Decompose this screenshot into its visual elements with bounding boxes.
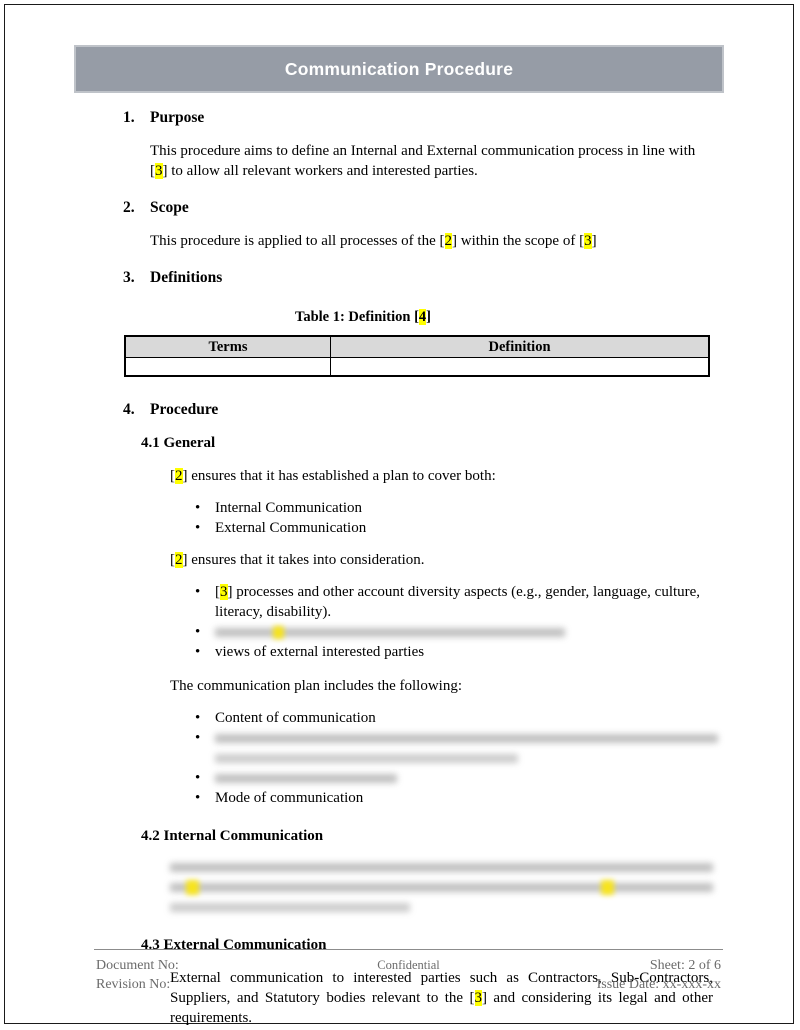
page-title: Communication Procedure	[284, 58, 514, 79]
page-footer: Document No: Confidential Sheet: 2 of 6 …	[94, 949, 723, 994]
table-header-definition: Definition	[330, 335, 710, 358]
purpose-text-a: This procedure aims to define an Interna…	[150, 143, 696, 159]
footer-confidential: Confidential	[377, 958, 440, 972]
footer-issue-date: Issue Date: xx-xxx-xx	[596, 977, 721, 992]
footer-row-bottom: Revision No: Issue Date: xx-xxx-xx	[94, 975, 723, 994]
section-number-2: 2.	[123, 199, 135, 216]
table-caption-close: ]	[426, 309, 432, 325]
table-header-terms: Terms	[124, 335, 331, 358]
section-title-purpose: Purpose	[150, 109, 205, 126]
reference-tag-3b: 3	[584, 233, 592, 249]
list-item: Mode of communication	[5, 788, 795, 808]
list-item: [3] processes and other account diversit…	[5, 582, 795, 622]
bullet-list-communication-types: Internal Communication External Communic…	[5, 498, 795, 538]
list-item: Content of communication	[5, 708, 795, 728]
list-item: views of external interested parties	[5, 642, 795, 662]
subsection-heading-internal: 4.2 Internal Communication	[141, 828, 324, 844]
section-heading-purpose: 1. Purpose	[5, 109, 795, 127]
reference-tag-3: 3	[155, 163, 163, 179]
table-caption-text: Table 1: Definition [	[294, 309, 419, 325]
paragraph-scope: This procedure is applied to all process…	[150, 233, 597, 249]
general-consideration-text: ensures that it takes into consideration…	[191, 552, 425, 568]
bullet-list-plan-contents: Content of communication Mode of communi…	[5, 708, 795, 808]
list-item-redacted	[5, 728, 795, 768]
paragraph-purpose: This procedure aims to define an Interna…	[150, 143, 696, 179]
table-row	[124, 357, 710, 377]
paragraph-general-plan: [2] ensures that it has established a pl…	[170, 468, 496, 484]
list-item: Internal Communication	[5, 498, 795, 518]
table-caption: Table 1: Definition [4]	[5, 309, 795, 326]
section-heading-scope: 2. Scope	[5, 199, 795, 217]
footer-row-top: Document No: Confidential Sheet: 2 of 6	[94, 956, 723, 975]
section-title-definitions: Definitions	[150, 269, 223, 286]
section-heading-procedure: 4. Procedure	[5, 401, 795, 419]
general-plan-text: ensures that it has established a plan t…	[191, 468, 496, 484]
table-header-row: Terms Definition	[124, 335, 710, 358]
footer-revision-no: Revision No:	[96, 977, 171, 992]
scope-text-b: within the scope of	[460, 233, 576, 249]
paragraph-internal-redacted	[5, 857, 795, 919]
list-item: External Communication	[5, 518, 795, 538]
paragraph-general-consideration: [2] ensures that it takes into considera…	[170, 552, 425, 568]
list-item-redacted	[5, 622, 795, 642]
section-heading-definitions: 3. Definitions	[5, 269, 795, 287]
reference-tag-2c: 2	[175, 468, 183, 484]
section-number-1: 1.	[123, 109, 135, 126]
section-title-scope: Scope	[150, 199, 189, 216]
table-cell-term[interactable]	[124, 357, 331, 377]
scope-text-a: This procedure is applied to all process…	[150, 233, 436, 249]
reference-tag-2: 2	[444, 233, 452, 249]
subsection-heading-general: 4.1 General	[141, 435, 216, 451]
section-number-3: 3.	[123, 269, 135, 286]
document-page: Communication Procedure 1. Purpose This …	[4, 4, 794, 1026]
list-item-redacted	[5, 768, 795, 788]
list-item-text: processes and other account diversity as…	[215, 584, 701, 620]
page-inner: Communication Procedure 1. Purpose This …	[5, 5, 793, 1026]
document-title-banner: Communication Procedure	[74, 45, 724, 93]
bullet-list-considerations: [3] processes and other account diversit…	[5, 582, 795, 662]
definitions-table: Terms Definition	[124, 335, 710, 377]
table-cell-definition[interactable]	[330, 357, 710, 377]
paragraph-plan-includes: The communication plan includes the foll…	[170, 678, 463, 694]
purpose-text-b: to allow all relevant workers and intere…	[171, 163, 478, 179]
section-number-4: 4.	[123, 401, 135, 418]
document-body: 1. Purpose This procedure aims to define…	[5, 109, 795, 1028]
section-title-procedure: Procedure	[150, 401, 219, 418]
footer-sheet-number: Sheet: 2 of 6	[649, 958, 721, 973]
reference-tag-3c: 3	[220, 584, 228, 600]
reference-tag-2d: 2	[175, 552, 183, 568]
